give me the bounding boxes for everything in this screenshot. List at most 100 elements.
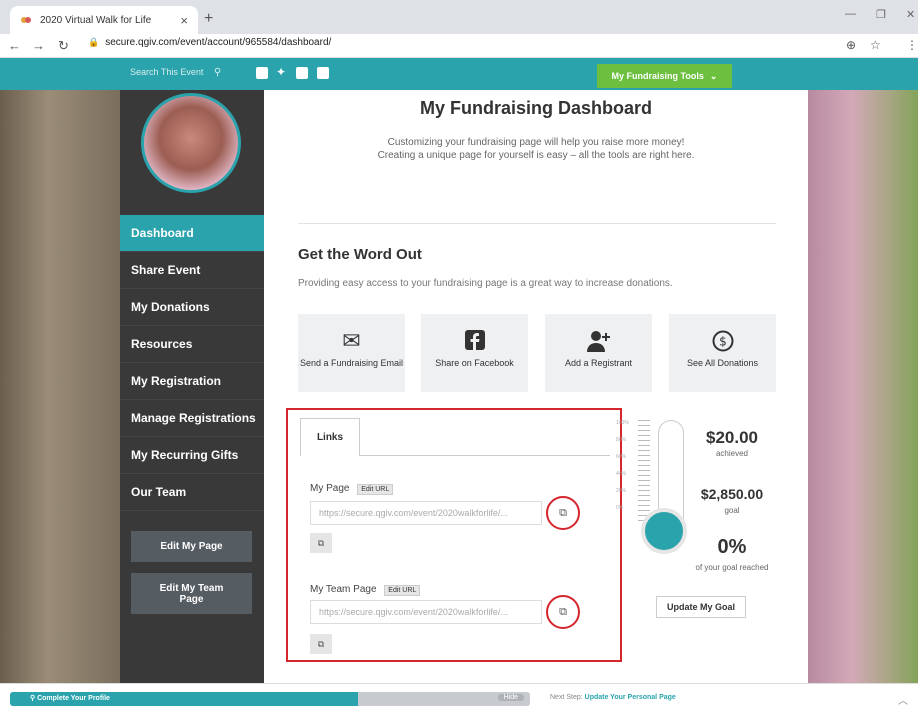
page-title: My Fundraising Dashboard: [419, 98, 653, 118]
svg-text:$: $: [719, 335, 727, 349]
next-step: Next Step: Update Your Personal Page: [550, 694, 676, 701]
forward-icon[interactable]: →: [32, 38, 45, 53]
copy-icon: ⧉: [559, 605, 567, 618]
copy-my-page-url-button[interactable]: ⧉: [546, 496, 580, 530]
search-icon[interactable]: ⚲: [214, 67, 221, 78]
zoom-icon[interactable]: ⊕: [846, 38, 856, 52]
open-my-page-button[interactable]: ⧉: [310, 533, 332, 553]
share-on-facebook-tile[interactable]: Share on Facebook: [421, 314, 528, 392]
instagram-social-icon[interactable]: [317, 67, 329, 79]
close-window-icon[interactable]: ✕: [906, 8, 915, 21]
main-content: My Fundraising Dashboard Customizing you…: [264, 90, 808, 683]
browser-tabbar: 2020 Virtual Walk for Life × + — ❐ ✕: [0, 0, 918, 34]
tab-underline: [360, 455, 610, 456]
back-icon[interactable]: ←: [8, 38, 21, 53]
bookmark-star-icon[interactable]: ☆: [870, 38, 881, 52]
links-panel: Links My Page Edit URL https://secure.qg…: [286, 408, 622, 662]
goal-percent-label: of your goal reached: [695, 563, 769, 572]
sidebar-item-my-recurring-gifts[interactable]: My Recurring Gifts: [120, 437, 264, 474]
open-my-team-page-button[interactable]: ⧉: [310, 634, 332, 654]
tile-label: Send a Fundraising Email: [299, 358, 404, 368]
browser-menu-icon[interactable]: ⋮: [906, 38, 918, 52]
external-link-icon: ⧉: [317, 638, 325, 649]
tab-links[interactable]: Links: [300, 418, 360, 456]
my-page-field-label: My Page Edit URL: [310, 483, 394, 495]
chevron-up-icon[interactable]: ︿: [898, 692, 908, 707]
restore-icon[interactable]: ❐: [876, 8, 886, 21]
section-title: Get the Word Out: [298, 246, 422, 263]
tick-label: 0%: [616, 505, 624, 511]
event-search[interactable]: Search This Event ⚲: [130, 67, 221, 78]
my-team-page-label: My Team Page: [310, 584, 377, 595]
tile-label: Share on Facebook: [435, 358, 514, 368]
twitter-social-icon[interactable]: ✦: [276, 65, 288, 79]
profile-progress-bar: ⚲ Complete Your Profile Hide: [10, 692, 530, 706]
sidebar-item-manage-registrations[interactable]: Manage Registrations: [120, 400, 264, 437]
url-field[interactable]: 🔒 secure.qgiv.com/event/account/965584/d…: [88, 37, 331, 48]
reload-icon[interactable]: ↻: [58, 38, 69, 54]
my-team-page-url-field[interactable]: https://secure.qgiv.com/event/2020walkfo…: [310, 600, 542, 624]
minimize-icon[interactable]: —: [845, 8, 856, 20]
tick-label: 20%: [616, 488, 627, 494]
goal-label: goal: [724, 506, 740, 515]
copy-icon: ⧉: [559, 506, 567, 519]
add-user-icon: [545, 330, 652, 352]
tick-label: 60%: [616, 454, 627, 460]
my-team-page-field-label: My Team Page Edit URL: [310, 584, 421, 596]
dollar-icon: $: [669, 330, 776, 352]
lock-icon: 🔒: [88, 37, 100, 47]
tab-title: 2020 Virtual Walk for Life: [40, 14, 152, 26]
sidebar-item-our-team[interactable]: Our Team: [120, 474, 264, 511]
goal-percent: 0%: [717, 536, 747, 558]
my-page-label: My Page: [310, 483, 350, 494]
facebook-icon: [421, 330, 528, 352]
youtube-social-icon[interactable]: [296, 67, 308, 79]
sidebar-item-dashboard[interactable]: Dashboard: [120, 215, 264, 252]
next-step-link[interactable]: Update Your Personal Page: [585, 694, 676, 701]
event-search-placeholder: Search This Event: [130, 67, 204, 77]
browser-tab[interactable]: 2020 Virtual Walk for Life ×: [10, 6, 198, 34]
achieved-label: achieved: [715, 449, 749, 458]
section-description: Providing easy access to your fundraisin…: [298, 278, 673, 289]
avatar: [141, 93, 241, 193]
favicon-icon: [20, 14, 32, 26]
sidebar-item-my-donations[interactable]: My Donations: [120, 289, 264, 326]
divider: [298, 223, 776, 224]
hide-button[interactable]: Hide: [497, 694, 524, 701]
sidebar-menu: Dashboard Share Event My Donations Resou…: [120, 215, 264, 511]
goal-amount: $2,850.00: [700, 486, 764, 502]
fundraising-tools-label: My Fundraising Tools: [611, 71, 704, 81]
tick-marks: [638, 420, 650, 525]
send-fundraising-email-tile[interactable]: ✉ Send a Fundraising Email: [298, 314, 405, 392]
complete-profile-label: ⚲ Complete Your Profile: [30, 695, 110, 702]
tab-close-icon[interactable]: ×: [180, 13, 188, 28]
tile-label: Add a Registrant: [564, 358, 633, 368]
address-bar: ← → ↻ 🔒 secure.qgiv.com/event/account/96…: [0, 34, 918, 58]
next-step-prefix: Next Step:: [550, 694, 583, 701]
see-all-donations-tile[interactable]: $ See All Donations: [669, 314, 776, 392]
edit-my-team-page-button[interactable]: Edit My Team Page: [131, 573, 252, 614]
tick-label: 100%: [616, 420, 629, 426]
facebook-social-icon[interactable]: [256, 67, 268, 79]
thermometer-ticks: 100% 80% 60% 40% 20% 0%: [616, 415, 634, 517]
update-my-goal-button[interactable]: Update My Goal: [656, 596, 746, 618]
new-tab-icon[interactable]: +: [204, 10, 213, 28]
add-registrant-tile[interactable]: Add a Registrant: [545, 314, 652, 392]
achieved-amount: $20.00: [706, 428, 758, 447]
my-page-url-field[interactable]: https://secure.qgiv.com/event/2020walkfo…: [310, 501, 542, 525]
edit-url-button[interactable]: Edit URL: [357, 484, 394, 495]
copy-my-team-page-url-button[interactable]: ⧉: [546, 595, 580, 629]
tick-label: 40%: [616, 471, 627, 477]
sidebar-item-share-event[interactable]: Share Event: [120, 252, 264, 289]
tile-label: See All Donations: [686, 358, 759, 368]
site-header: Search This Event ⚲ ✦: [0, 58, 918, 90]
sidebar-item-resources[interactable]: Resources: [120, 326, 264, 363]
tree-right-image: [808, 90, 918, 683]
chevron-down-icon: ⌄: [709, 70, 718, 81]
envelope-icon: ✉: [342, 328, 361, 353]
edit-my-page-button[interactable]: Edit My Page: [131, 531, 252, 562]
tick-label: 80%: [616, 437, 627, 443]
fundraising-tools-button[interactable]: My Fundraising Tools ⌄: [597, 64, 732, 88]
edit-team-url-button[interactable]: Edit URL: [384, 585, 421, 596]
sidebar-item-my-registration[interactable]: My Registration: [120, 363, 264, 400]
